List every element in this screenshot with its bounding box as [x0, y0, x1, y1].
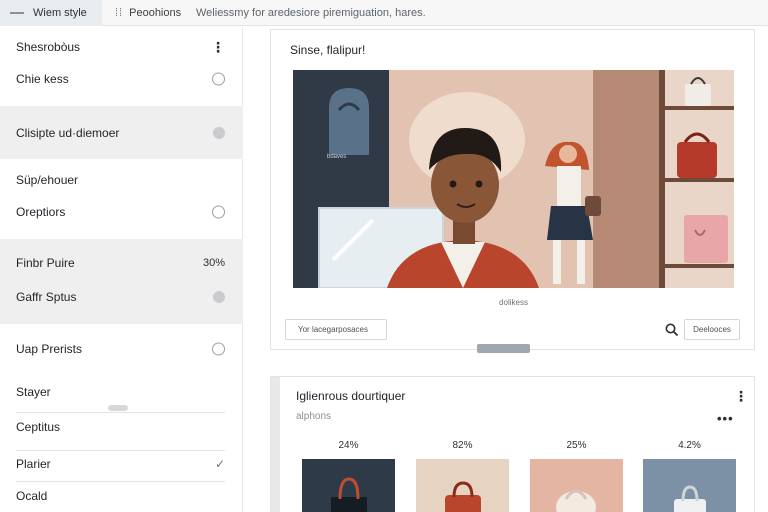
card-accent-strip: [271, 377, 280, 512]
sidebar-item-label: Plarier: [16, 457, 51, 471]
status-dot-icon: [213, 291, 225, 303]
sidebar-item-label: Oreptiors: [16, 205, 66, 219]
shelf-bag-red: [677, 142, 717, 178]
bag-icon: [331, 477, 367, 512]
search-icon[interactable]: [664, 322, 680, 338]
product-percent: 25%: [566, 440, 587, 451]
radio-button[interactable]: [212, 205, 225, 219]
product-tile-white-bag[interactable]: [643, 459, 736, 512]
bag-icon: [674, 485, 706, 512]
boutique-illustration: bdaves: [293, 70, 734, 288]
sidebar: Shesrobòus ⋮ Chie kess Clisipte ud·diemo…: [0, 27, 243, 512]
scene-doorway: [593, 70, 661, 288]
tab-label: Wiem style: [33, 7, 87, 19]
sidebar-item[interactable]: Plarier ✓: [0, 450, 243, 478]
mirror-shape: [329, 88, 369, 155]
product-percent: 24%: [338, 440, 359, 451]
bag-icon: [445, 481, 481, 512]
sidebar-item-label: Gaffr Sptus: [16, 290, 77, 304]
status-dot-icon: [213, 126, 225, 139]
scroll-handle[interactable]: [108, 405, 128, 411]
sidebar-item[interactable]: Uap Prerists: [0, 335, 243, 363]
details-button[interactable]: Deelooces: [684, 319, 740, 340]
card-subtitle: alphons: [296, 411, 332, 422]
grip-icon: ⁞⁞: [115, 7, 124, 19]
sidebar-item[interactable]: Ocald: [0, 482, 243, 510]
top-caption: Weliessmy for aredesiore piremiguation, …: [196, 7, 426, 19]
product-percent: 82%: [452, 440, 473, 451]
sidebar-item-label: Clisipte ud·diemoer: [16, 125, 120, 140]
sidebar-item-label: Ceptitus: [16, 420, 61, 434]
sidebar-item[interactable]: Stayer: [0, 378, 243, 406]
sidebar-item-label: Stayer: [16, 385, 51, 399]
scene-sign-text: bdaves: [327, 154, 346, 160]
menu-dash-icon: [10, 12, 24, 14]
sidebar-item[interactable]: Oreptiors: [0, 198, 243, 226]
sidebar-item[interactable]: Süp/ehouer: [0, 166, 243, 194]
sidebar-item-label: Süp/ehouer: [16, 173, 79, 187]
carousel-indicator[interactable]: [477, 344, 530, 353]
sidebar-item[interactable]: Ceptitus: [0, 413, 243, 441]
tab-options[interactable]: ⁞⁞ Peoohions: [115, 0, 181, 26]
kebab-menu-icon[interactable]: ⋮: [211, 40, 225, 54]
product-tile-red-bag[interactable]: [416, 459, 509, 512]
products-card: Iglienrous dourtiquer alphons ⋮ ••• 24% …: [270, 376, 755, 512]
sidebar-item[interactable]: Chie kess: [0, 65, 243, 93]
sidebar-item-label: Chie kess: [16, 72, 69, 86]
sidebar-item[interactable]: Gaffr Sptus: [0, 283, 243, 311]
hero-card: Sinse, flalipur! bdaves dolikess Yor lac…: [270, 29, 755, 353]
radio-button[interactable]: [212, 72, 225, 86]
sidebar-item-selected[interactable]: Clisipte ud·diemoer: [0, 106, 243, 159]
sidebar-item-header[interactable]: Shesrobòus ⋮: [0, 33, 243, 61]
image-caption: dolikess: [499, 298, 528, 307]
sidebar-item-value: 30%: [202, 257, 225, 269]
top-bar: Wiem style ⁞⁞ Peoohions Weliessmy for ar…: [0, 0, 768, 26]
tab-view-style[interactable]: Wiem style: [0, 0, 102, 26]
sidebar-item[interactable]: Finbr Puire 30%: [0, 249, 243, 277]
bag-icon: [556, 489, 596, 512]
more-options-icon[interactable]: •••: [717, 411, 734, 426]
product-tile-navy-bag[interactable]: [302, 459, 395, 512]
radio-button[interactable]: [212, 342, 225, 356]
check-icon: ✓: [214, 457, 225, 471]
sidebar-item-label: Uap Prerists: [16, 342, 83, 356]
shelf-bag-pink: [684, 215, 728, 263]
card-title: Sinse, flalipur!: [290, 43, 366, 57]
sidebar-item-label: Ocald: [16, 489, 48, 503]
sidebar-item-label: Shesrobòus: [16, 40, 81, 54]
card-title: Iglienrous dourtiquer: [296, 389, 406, 403]
sidebar-item-label: Finbr Puire: [16, 256, 75, 270]
tab-label: Peoohions: [129, 7, 182, 19]
product-tile-cream-bag[interactable]: [530, 459, 623, 512]
search-field[interactable]: Yor lacegarposaces: [285, 319, 387, 340]
kebab-menu-icon[interactable]: ⋮: [734, 388, 748, 405]
product-percent: 4.2%: [678, 440, 701, 451]
